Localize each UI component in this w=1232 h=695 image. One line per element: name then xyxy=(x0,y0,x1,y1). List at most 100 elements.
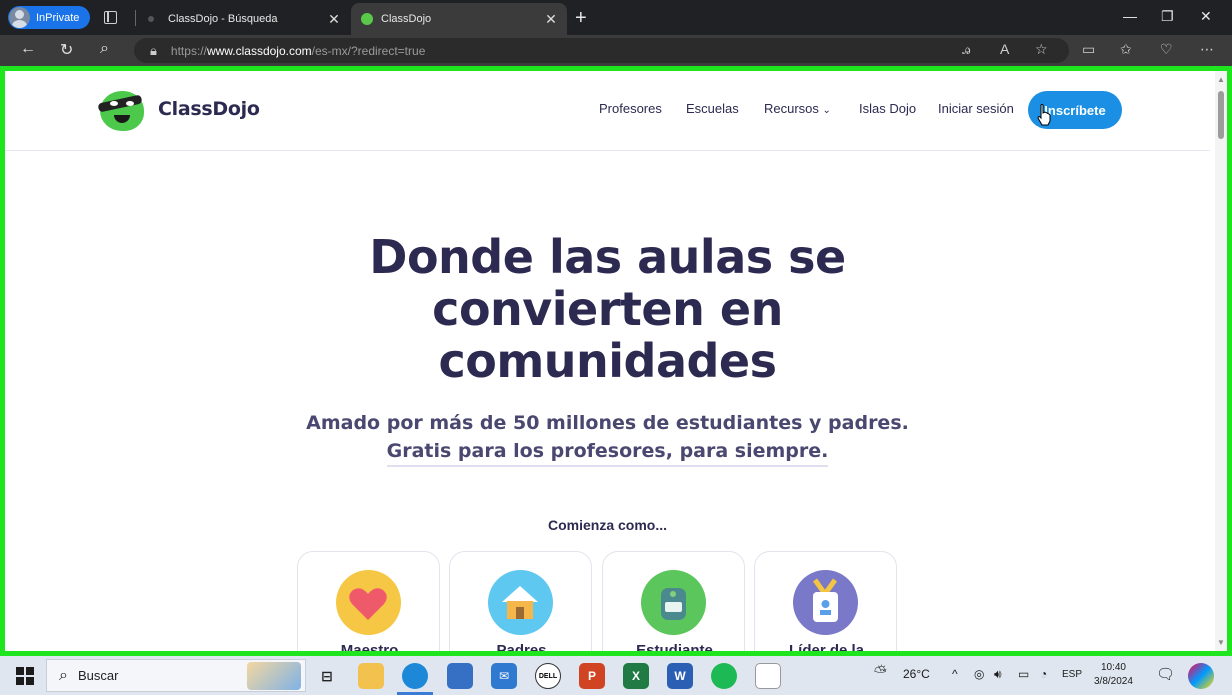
role-card-padres[interactable]: Padres xyxy=(449,551,592,656)
notifications-icon[interactable]: 🗨︎ xyxy=(1156,665,1175,683)
meet-icon[interactable]: ◎ xyxy=(974,667,984,681)
tab-classdojo[interactable]: ClassDojo ✕ xyxy=(351,3,567,35)
clock-time: 10:40 xyxy=(1100,662,1126,673)
scroll-thumb[interactable] xyxy=(1218,91,1224,139)
role-label: Padres xyxy=(496,642,547,656)
search-favicon-icon xyxy=(148,16,154,22)
browser-essentials-icon[interactable]: ♡ xyxy=(1160,41,1173,58)
hero-title-line: Donde las aulas se xyxy=(369,230,846,284)
backpack-icon xyxy=(641,570,706,635)
store-icon[interactable] xyxy=(447,663,473,689)
hero-subtitle: Amado por más de 50 millones de estudian… xyxy=(5,409,1210,467)
battery-icon[interactable]: ▭ xyxy=(1018,667,1029,681)
role-card-lider[interactable]: Líder de la xyxy=(754,551,897,656)
role-card-maestro[interactable]: Maestro xyxy=(297,551,440,656)
app-icon[interactable] xyxy=(755,663,781,689)
heart-icon xyxy=(336,570,401,635)
search-placeholder: Buscar xyxy=(77,668,119,683)
tab-title: ClassDojo xyxy=(381,13,432,25)
subtitle-line: Gratis para los profesores, para siempre… xyxy=(386,437,829,467)
nav-escuelas[interactable]: Escuelas xyxy=(686,101,739,116)
inprivate-badge[interactable]: InPrivate xyxy=(8,6,90,29)
read-aloud-icon[interactable]: ꭿ xyxy=(962,41,970,58)
hero-title-line: comunidades xyxy=(438,334,777,388)
divider xyxy=(135,10,136,26)
clock[interactable]: 10:40 3/8/2024 xyxy=(1094,661,1133,689)
weather-icon[interactable]: ⛅︎ xyxy=(874,664,887,682)
nav-iniciar-sesion[interactable]: Iniciar sesión xyxy=(938,101,1014,116)
powerpoint-icon[interactable]: P xyxy=(579,663,605,689)
wifi-icon[interactable]: ◔ xyxy=(1040,667,1047,681)
hero-section: Donde las aulas se convierten en comunid… xyxy=(5,231,1210,467)
chevron-down-icon: ⌄ xyxy=(822,105,831,116)
search-icon[interactable]: ⌕ xyxy=(100,40,109,58)
task-view-icon[interactable]: ⊟ xyxy=(314,663,340,689)
profile-avatar-icon xyxy=(9,7,30,28)
dojo-monster-icon xyxy=(97,85,146,133)
browser-tab-bar: InPrivate ClassDojo - Búsqueda ✕ ClassDo… xyxy=(0,0,1232,35)
language-indicator[interactable]: ESP xyxy=(1062,669,1082,680)
tab-title: ClassDojo - Búsqueda xyxy=(168,13,278,25)
classdojo-logo[interactable]: ClassDojo xyxy=(97,85,260,133)
text-size-icon[interactable]: A xyxy=(1000,41,1009,57)
search-highlight-icon xyxy=(247,662,301,690)
favorite-star-icon[interactable]: ☆ xyxy=(1035,41,1048,58)
refresh-icon[interactable]: ↻ xyxy=(60,40,73,60)
hero-title-line: convierten en xyxy=(432,282,783,336)
role-label: Maestro xyxy=(340,642,399,656)
nav-recursos[interactable]: Recursos ⌄ xyxy=(764,101,831,116)
page-scrollbar[interactable]: ▲ ▼ xyxy=(1215,71,1227,651)
search-icon: ⌕ xyxy=(59,666,68,684)
role-label: Líder de la xyxy=(788,642,865,656)
file-explorer-icon[interactable] xyxy=(358,663,384,689)
edge-icon[interactable] xyxy=(402,663,428,689)
role-card-estudiante[interactable]: Estudiante xyxy=(602,551,745,656)
url-path: /es-mx/?redirect=true xyxy=(311,43,426,58)
volume-icon[interactable]: 🔊︎ xyxy=(994,667,1002,682)
word-icon[interactable]: W xyxy=(667,663,693,689)
start-as-heading: Comienza como... xyxy=(547,517,668,533)
page-viewport: ClassDojo Profesores Escuelas Recursos ⌄… xyxy=(0,66,1232,656)
dell-icon[interactable]: DELL xyxy=(535,663,561,689)
house-icon xyxy=(488,570,553,635)
close-window-icon[interactable]: ✕ xyxy=(1200,8,1212,25)
nav-islas-dojo[interactable]: Islas Dojo xyxy=(859,101,916,116)
tab-actions-icon[interactable] xyxy=(104,11,117,24)
clock-date: 3/8/2024 xyxy=(1094,676,1133,687)
favorites-icon[interactable]: ✩ xyxy=(1120,41,1132,58)
excel-icon[interactable]: X xyxy=(623,663,649,689)
weather-temp[interactable]: 26°C xyxy=(903,667,930,681)
minimize-icon[interactable]: — xyxy=(1123,8,1137,24)
address-bar[interactable]: 🔒︎ https:// www.classdojo.com /es-mx/?re… xyxy=(134,38,1069,63)
brand-name: ClassDojo xyxy=(158,98,260,120)
role-label: Estudiante xyxy=(636,642,713,656)
inprivate-label: InPrivate xyxy=(36,11,80,24)
tab-search[interactable]: ClassDojo - Búsqueda ✕ xyxy=(140,3,350,35)
badge-icon xyxy=(793,570,858,635)
nav-recursos-label: Recursos xyxy=(764,101,819,116)
copilot-icon[interactable] xyxy=(1188,663,1214,689)
classdojo-favicon-icon xyxy=(361,13,373,25)
lock-icon[interactable]: 🔒︎ xyxy=(150,43,157,59)
back-arrow-icon[interactable]: ← xyxy=(20,40,36,58)
close-tab-icon[interactable]: ✕ xyxy=(324,11,344,28)
site-header: ClassDojo Profesores Escuelas Recursos ⌄… xyxy=(5,71,1210,151)
scroll-down-icon[interactable]: ▼ xyxy=(1217,638,1225,647)
subtitle-line: Amado por más de 50 millones de estudian… xyxy=(306,412,909,434)
windows-start-icon[interactable] xyxy=(16,667,34,685)
nav-profesores[interactable]: Profesores xyxy=(599,101,662,116)
restore-icon[interactable]: ❐ xyxy=(1161,8,1174,25)
windows-taskbar: ⌕ Buscar ⊟ ✉ DELL P X W ⛅︎ 26°C ^ ◎ 🔊︎ ▭… xyxy=(0,656,1232,695)
new-tab-icon[interactable]: + xyxy=(575,7,587,30)
split-screen-icon[interactable]: ▭ xyxy=(1082,41,1095,58)
close-tab-icon[interactable]: ✕ xyxy=(541,11,561,28)
url-host: www.classdojo.com xyxy=(206,43,312,58)
browser-toolbar: ← ↻ ⌕ 🔒︎ https:// www.classdojo.com /es-… xyxy=(0,35,1232,66)
taskbar-search[interactable]: ⌕ Buscar xyxy=(46,659,306,692)
hero-title: Donde las aulas se convierten en comunid… xyxy=(5,231,1210,387)
more-menu-icon[interactable]: ⋯ xyxy=(1200,41,1214,58)
scroll-up-icon[interactable]: ▲ xyxy=(1217,75,1225,84)
mail-icon[interactable]: ✉ xyxy=(491,663,517,689)
tray-chevron-icon[interactable]: ^ xyxy=(952,667,958,681)
spotify-icon[interactable] xyxy=(711,663,737,689)
